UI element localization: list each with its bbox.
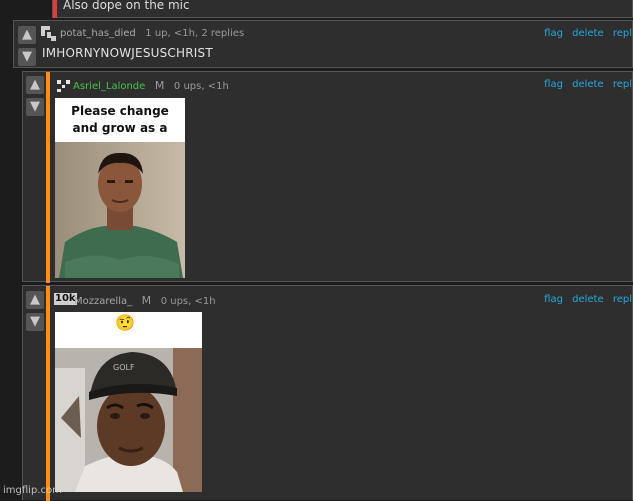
comment-mozzarella: ▲ ▼ 10k Mozzarella_ M 0 ups, <1h flag de… (22, 285, 633, 501)
svg-text:GOLF: GOLF (113, 363, 135, 372)
comment-image[interactable]: 🤨 GOLF (55, 312, 202, 492)
previous-comment: Also dope on the mic (52, 0, 633, 18)
man-photo (55, 142, 185, 278)
comment-username[interactable]: potat_has_died (60, 28, 136, 39)
reply-link[interactable]: repl (613, 28, 632, 39)
orange-thread-bar (46, 72, 50, 283)
comment-asriel: ▲ ▼ Asriel_Lalonde M 0 ups, <1h flag del… (22, 71, 633, 283)
emoji: 🤨 (115, 313, 135, 332)
upvote-button[interactable]: ▲ (26, 291, 44, 309)
flag-link[interactable]: flag (544, 28, 563, 39)
arrow-up-icon: ▲ (30, 77, 40, 92)
mod-badge: M (154, 79, 165, 92)
upvote-button[interactable]: ▲ (26, 76, 44, 94)
reply-link[interactable]: repl (613, 294, 632, 305)
mod-badge: M (141, 294, 152, 307)
comment-body: IMHORNYNOWJESUSCHRIST (42, 46, 213, 60)
flag-link[interactable]: flag (544, 79, 563, 90)
orange-thread-bar (46, 286, 50, 501)
avatar (57, 80, 70, 92)
downvote-button[interactable]: ▼ (18, 48, 36, 66)
man-photo: GOLF (55, 348, 202, 492)
arrow-down-icon: ▼ (30, 314, 40, 329)
arrow-down-icon: ▼ (30, 99, 40, 114)
delete-link[interactable]: delete (572, 79, 604, 90)
arrow-down-icon: ▼ (22, 49, 32, 64)
downvote-button[interactable]: ▼ (26, 313, 44, 331)
flag-link[interactable]: flag (544, 294, 563, 305)
downvote-button[interactable]: ▼ (26, 98, 44, 116)
comment-meta: 0 ups, <1h (173, 81, 229, 92)
comment-image[interactable]: Please change and grow as a person (55, 98, 185, 278)
arrow-up-icon: ▲ (22, 27, 32, 42)
arrow-up-icon: ▲ (30, 292, 40, 307)
comment-meta: 0 ups, <1h (160, 296, 216, 307)
comment-potat: ▲ ▼ potat_has_died 1 up, <1h, 2 replies … (13, 20, 633, 68)
red-thread-bar (53, 0, 57, 18)
delete-link[interactable]: delete (572, 28, 604, 39)
reply-link[interactable]: repl (613, 79, 632, 90)
comment-meta: 1 up, <1h, 2 replies (145, 28, 245, 39)
comment-username[interactable]: Asriel_Lalonde (73, 81, 145, 92)
delete-link[interactable]: delete (572, 294, 604, 305)
upvote-button[interactable]: ▲ (18, 26, 36, 44)
previous-comment-text: Also dope on the mic (63, 0, 190, 12)
watermark: imgflip.com (3, 485, 62, 496)
avatar (41, 26, 56, 41)
comment-username[interactable]: Mozzarella_ (74, 296, 132, 307)
